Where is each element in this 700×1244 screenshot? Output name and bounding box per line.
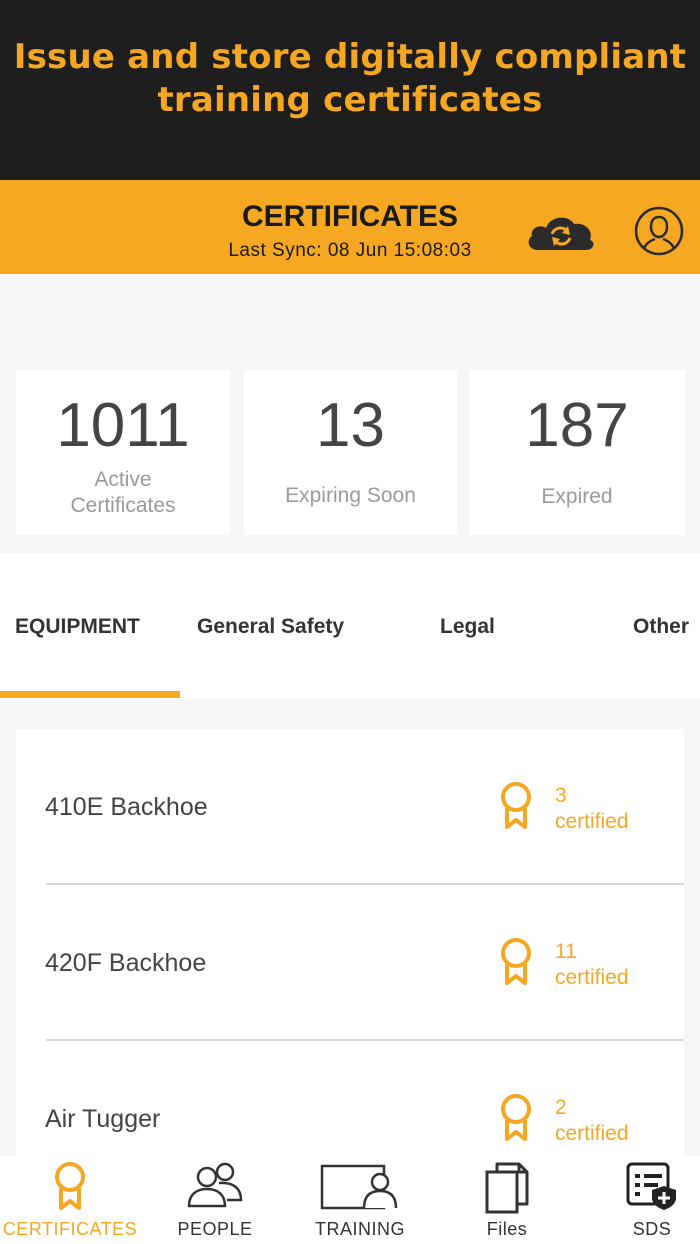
award-icon — [501, 782, 531, 829]
tabbar-people[interactable]: PEOPLE — [145, 1156, 285, 1244]
stat-expired[interactable]: 187 Expired — [469, 370, 685, 535]
tab-legal[interactable]: Legal — [440, 615, 495, 639]
certified-label: certified — [555, 1122, 629, 1145]
equipment-name: 410E Backhoe — [45, 793, 208, 821]
stat-value: 187 — [525, 391, 629, 460]
bottom-tab-bar: CERTIFICATES PEOPLE TRAINING Files SDS — [0, 1156, 700, 1244]
cloud-sync-icon[interactable] — [524, 210, 598, 254]
tabbar-certificates[interactable]: CERTIFICATES — [0, 1156, 140, 1244]
award-icon — [55, 1162, 85, 1210]
list-item[interactable]: Air Tugger 2 certified — [16, 1041, 684, 1159]
equipment-list: 410E Backhoe 3 certified 420F Backhoe 11… — [16, 729, 684, 1159]
active-tab-indicator — [0, 691, 180, 698]
certified-count: 3 certified — [555, 783, 629, 835]
stats-section: 1011 Active Certificates 13 Expiring Soo… — [0, 370, 700, 535]
stat-active-certificates[interactable]: 1011 Active Certificates — [16, 370, 230, 535]
award-icon — [501, 1094, 531, 1141]
stat-label: Expired — [541, 485, 613, 508]
list-item[interactable]: 410E Backhoe 3 certified — [16, 729, 684, 885]
stat-value: 1011 — [56, 391, 190, 460]
stat-expiring-soon[interactable]: 13 Expiring Soon — [244, 370, 457, 535]
count-value: 3 — [555, 784, 567, 807]
award-icon — [501, 938, 531, 985]
category-tabs: EQUIPMENT General Safety Legal Other — [0, 553, 700, 699]
tabbar-label: Files — [486, 1219, 528, 1239]
tabbar-sds[interactable]: SDS — [582, 1156, 700, 1244]
stat-label: Expiring Soon — [285, 484, 416, 507]
people-icon — [187, 1162, 243, 1208]
list-item[interactable]: 420F Backhoe 11 certified — [16, 885, 684, 1041]
tabbar-label: PEOPLE — [177, 1219, 253, 1239]
equipment-name: Air Tugger — [45, 1105, 161, 1133]
certified-count: 11 certified — [555, 939, 629, 991]
promo-banner: Issue and store digitally compliant trai… — [0, 0, 700, 180]
stat-label: Active Certificates — [70, 468, 176, 517]
tab-other[interactable]: Other — [633, 615, 689, 639]
sds-icon — [626, 1162, 676, 1210]
files-icon — [485, 1162, 529, 1214]
certified-label: certified — [555, 966, 629, 989]
tabbar-label: TRAINING — [314, 1219, 405, 1239]
equipment-name: 420F Backhoe — [45, 949, 207, 977]
tab-equipment[interactable]: EQUIPMENT — [15, 615, 140, 639]
tabbar-files[interactable]: Files — [437, 1156, 577, 1244]
count-value: 2 — [555, 1096, 567, 1119]
training-icon — [320, 1164, 398, 1210]
tabbar-label: CERTIFICATES — [2, 1219, 138, 1239]
count-value: 11 — [555, 940, 577, 963]
profile-icon[interactable] — [633, 205, 685, 257]
promo-text: Issue and store digitally compliant trai… — [13, 37, 687, 120]
tabbar-training[interactable]: TRAINING — [290, 1156, 430, 1244]
certified-label: certified — [555, 810, 629, 833]
tab-general-safety[interactable]: General Safety — [197, 615, 344, 639]
tabbar-label: SDS — [632, 1219, 672, 1239]
certified-count: 2 certified — [555, 1095, 629, 1147]
stat-value: 13 — [316, 391, 385, 460]
